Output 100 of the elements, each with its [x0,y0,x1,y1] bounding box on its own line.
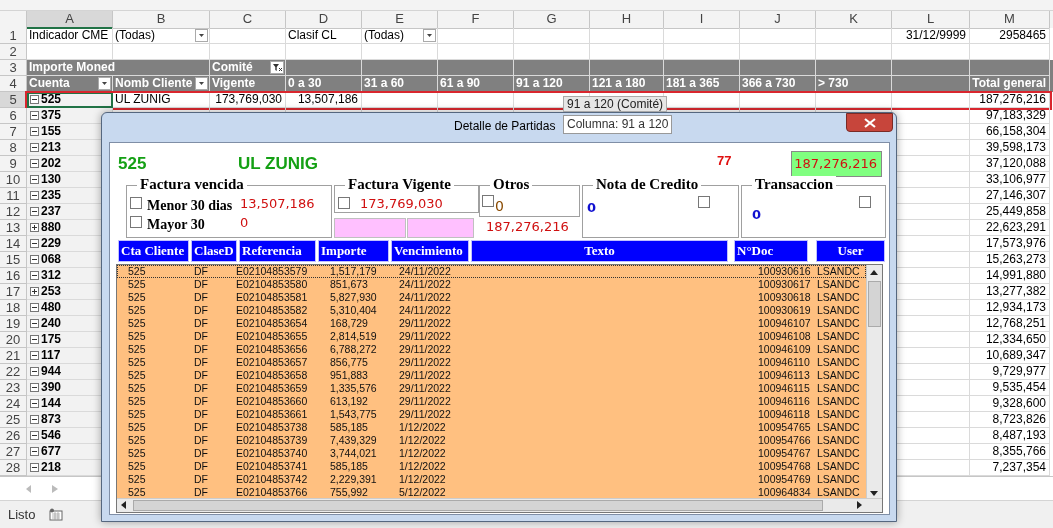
row-number[interactable]: 16 [0,268,27,284]
dropdown-button[interactable] [423,29,436,42]
input-field[interactable] [334,218,406,238]
empty-cell[interactable] [514,28,590,44]
list-row[interactable]: 525 DF E02104853738 585,185 1/12/2022 100954765 LSANDC [117,421,866,434]
collapse-icon[interactable] [30,415,39,424]
collapse-icon[interactable] [30,95,39,104]
list-row[interactable]: 525 DF E02104853658 951,883 29/11/2022 100946113 LSANDC [117,369,866,382]
row-number[interactable]: 22 [0,364,27,380]
row-number[interactable]: 15 [0,252,27,268]
collapse-icon[interactable] [30,319,39,328]
row-number[interactable]: 25 [0,412,27,428]
column-header[interactable]: G [514,11,590,29]
empty-cell[interactable] [362,92,438,108]
close-button[interactable] [846,113,893,132]
collapse-icon[interactable] [30,127,39,136]
collapse-icon[interactable] [30,239,39,248]
list-row[interactable]: 525 DF E02104853661 1,543,775 29/11/2022 100946118 LSANDC [117,408,866,421]
empty-cell[interactable] [816,28,892,44]
column-header[interactable]: B [113,11,210,29]
row-number[interactable]: 8 [0,140,27,156]
list-row[interactable]: 525 DF E02104853741 585,185 1/12/2022 100954768 LSANDC [117,460,866,473]
column-header[interactable]: L [892,11,970,29]
list-row[interactable]: 525 DF E02104853656 6,788,272 29/11/2022 100946109 LSANDC [117,343,866,356]
empty-cell[interactable] [740,92,816,108]
collapse-icon[interactable] [30,335,39,344]
scroll-right-icon[interactable] [857,501,862,509]
empty-cell[interactable] [664,28,740,44]
collapse-icon[interactable] [30,159,39,168]
column-header[interactable]: User [816,240,885,262]
collapse-icon[interactable] [30,351,39,360]
row-number[interactable]: 14 [0,236,27,252]
checkbox[interactable] [338,197,350,209]
column-header[interactable]: C [210,11,286,29]
list-row[interactable]: 525 DF E02104853742 2,229,391 1/12/2022 100954769 LSANDC [117,473,866,486]
list-row[interactable]: 525 DF E02104853740 3,744,021 1/12/2022 100954767 LSANDC [117,447,866,460]
checkbox[interactable] [698,196,710,208]
scrollbar-thumb[interactable] [868,281,881,327]
list-row[interactable]: 525 DF E02104853580 851,673 24/11/2022 100930617 LSANDC [117,278,866,291]
empty-cell[interactable] [438,92,514,108]
list-row[interactable]: 525 DF E02104853739 7,439,329 1/12/2022 100954766 LSANDC [117,434,866,447]
row-number[interactable]: 23 [0,380,27,396]
dropdown-button[interactable] [98,77,111,90]
list-row[interactable]: 525 DF E02104853655 2,814,519 29/11/2022 100946108 LSANDC [117,330,866,343]
column-header[interactable]: M [970,11,1050,29]
row-number[interactable]: 24 [0,396,27,412]
collapse-icon[interactable] [30,175,39,184]
column-header[interactable]: ClaseD [191,240,237,262]
close-icon[interactable] [863,117,876,128]
empty-cell[interactable] [816,92,892,108]
checkbox[interactable] [130,197,142,209]
row-number[interactable]: 12 [0,204,27,220]
dropdown-button[interactable] [195,77,208,90]
row-number[interactable]: 17 [0,284,27,300]
row-number[interactable]: 1 [0,28,27,44]
list-row[interactable]: 525 DF E02104853582 5,310,404 24/11/2022 100930619 LSANDC [117,304,866,317]
row-number[interactable]: 10 [0,172,27,188]
collapse-icon[interactable] [30,255,39,264]
list-row[interactable]: 525 DF E02104853579 1,517,179 24/11/2022 100930616 LSANDC [117,265,866,278]
list-row[interactable]: 525 DF E02104853654 168,729 29/11/2022 100946107 LSANDC [117,317,866,330]
list-box[interactable] [116,264,883,513]
scroll-left-icon[interactable] [121,501,126,509]
collapse-icon[interactable] [30,191,39,200]
empty-cell[interactable] [210,28,286,44]
column-header[interactable]: F [438,11,514,29]
column-header[interactable]: H [590,11,664,29]
row-number[interactable]: 5 [0,92,27,108]
column-header[interactable]: N°Doc [734,240,808,262]
row-number[interactable]: 26 [0,428,27,444]
row-number[interactable]: 27 [0,444,27,460]
row-number[interactable]: 9 [0,156,27,172]
scrollbar-thumb[interactable] [133,500,823,511]
input-field[interactable] [407,218,474,238]
column-header[interactable]: J [740,11,816,29]
collapse-icon[interactable] [30,111,39,120]
collapse-icon[interactable] [30,271,39,280]
column-header[interactable]: I [664,11,740,29]
filter-button[interactable] [270,61,284,74]
collapse-icon[interactable] [30,207,39,216]
row-number[interactable]: 11 [0,188,27,204]
row-number[interactable]: 4 [0,76,27,92]
collapse-icon[interactable] [30,367,39,376]
collapse-icon[interactable] [30,463,39,472]
list-row[interactable]: 525 DF E02104853766 755,992 5/12/2022 100964834 LSANDC [117,486,866,499]
collapse-icon[interactable] [30,143,39,152]
collapse-icon[interactable] [30,303,39,312]
list-row[interactable]: 525 DF E02104853660 613,192 29/11/2022 100946116 LSANDC [117,395,866,408]
column-header[interactable]: K [816,11,892,29]
macro-record-icon[interactable] [49,508,64,521]
collapse-icon[interactable] [30,431,39,440]
horizontal-scrollbar[interactable] [117,498,882,512]
column-header[interactable]: A [27,11,113,29]
column-header[interactable]: Importe [318,240,389,262]
collapse-icon[interactable] [30,383,39,392]
checkbox[interactable] [130,216,142,228]
collapse-icon[interactable] [30,399,39,408]
list-row[interactable]: 525 DF E02104853581 5,827,930 24/11/2022 100930618 LSANDC [117,291,866,304]
checkbox[interactable] [859,196,871,208]
column-header[interactable]: Referencia [239,240,316,262]
row-number[interactable]: 2 [0,44,27,60]
